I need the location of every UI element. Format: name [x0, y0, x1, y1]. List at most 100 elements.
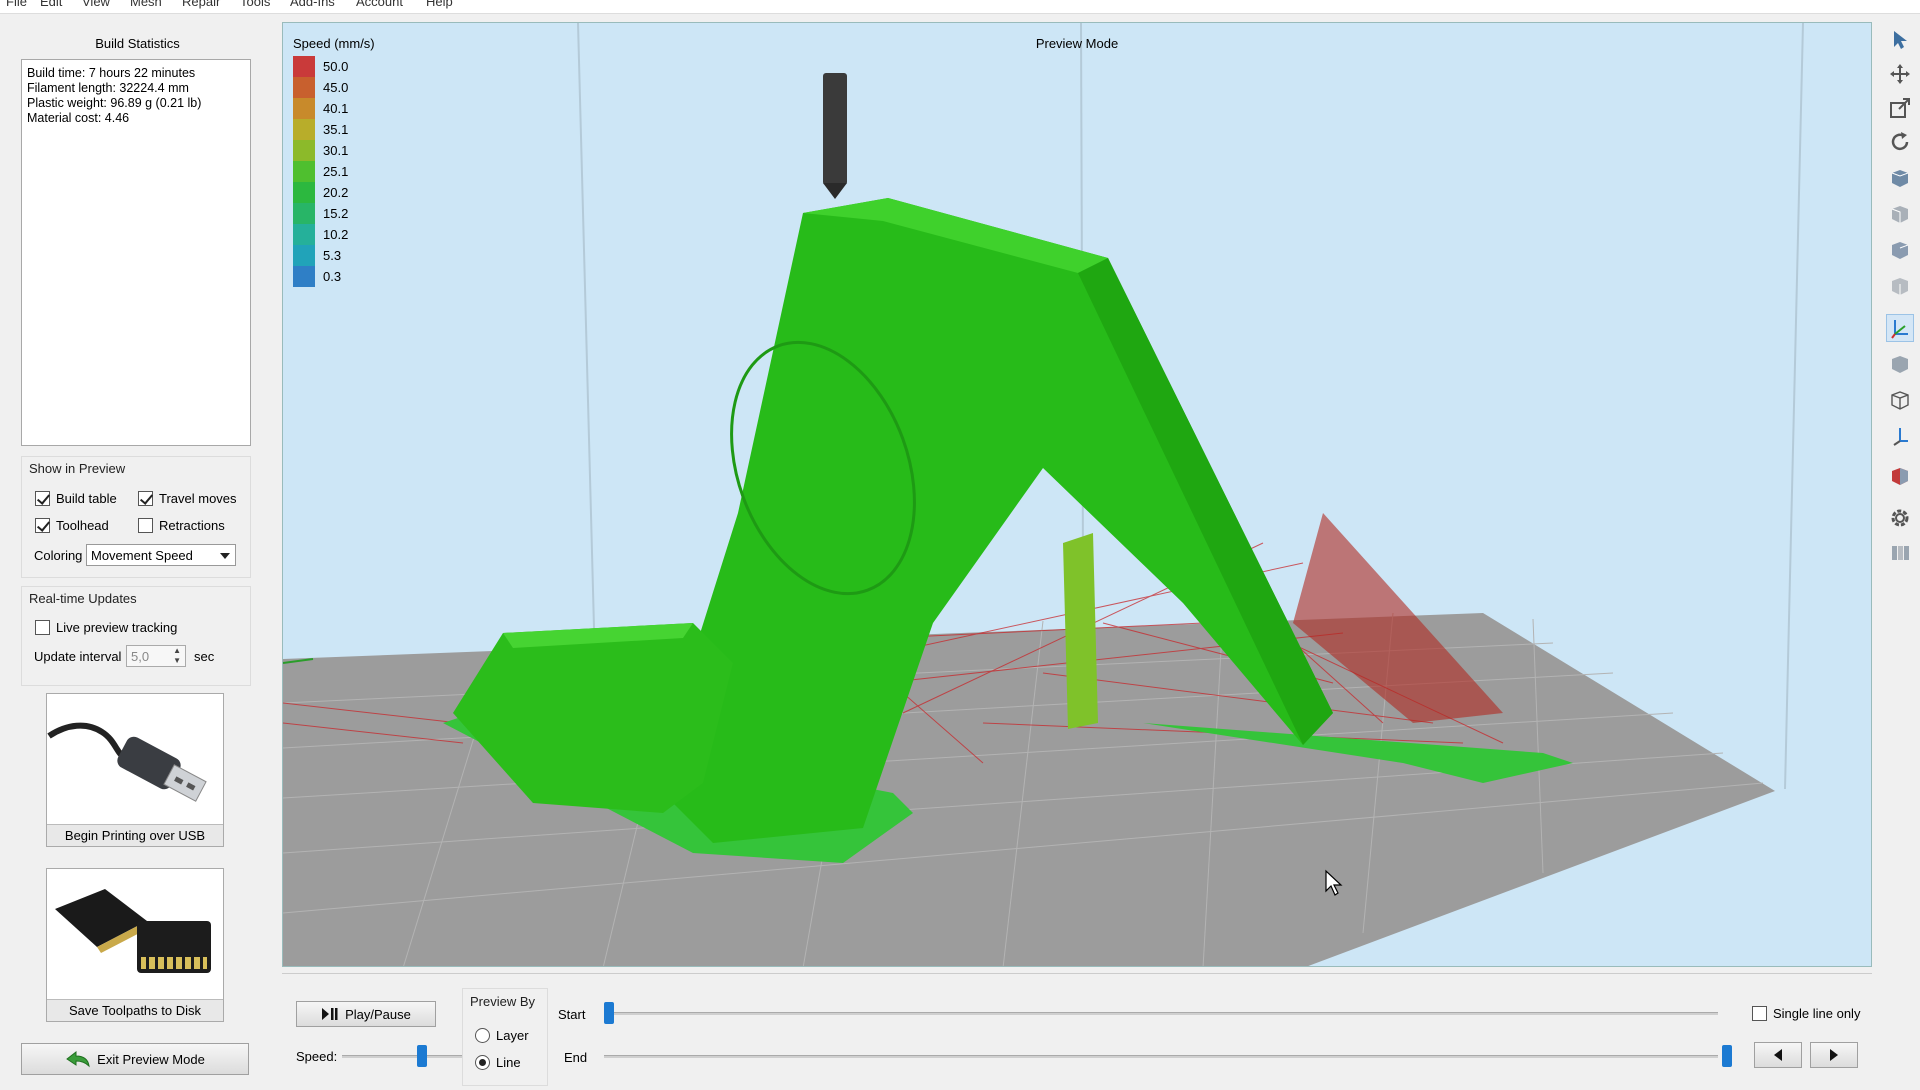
play-pause-icon: [322, 1008, 338, 1020]
menu-help[interactable]: Help: [426, 0, 453, 9]
stat-material-cost: Material cost: 4.46: [27, 111, 130, 125]
menu-repair[interactable]: Repair: [182, 0, 220, 9]
cube-icon: [1891, 170, 1909, 187]
line-radio-circle: [475, 1055, 490, 1070]
playback-panel: Play/Pause Speed: Preview By Layer Line …: [282, 973, 1872, 1090]
end-slider-thumb[interactable]: [1722, 1045, 1732, 1067]
single-line-check-icon: [1752, 1006, 1767, 1021]
layers-button[interactable]: [1886, 538, 1914, 566]
speed-legend-swatch: [293, 224, 315, 245]
move-tool-button[interactable]: [1886, 60, 1914, 88]
speed-legend-value: 50.0: [323, 59, 349, 74]
speed-legend-swatch: [293, 119, 315, 140]
stat-plastic-weight: Plastic weight: 96.89 g (0.21 lb): [27, 96, 202, 110]
scale-tool-button[interactable]: [1886, 94, 1914, 122]
menu-account[interactable]: Account: [356, 0, 403, 9]
speed-legend-item: 45.0: [293, 77, 348, 98]
single-line-only-checkbox[interactable]: Single line only: [1752, 1006, 1860, 1021]
coloring-select[interactable]: Movement Speed: [86, 544, 236, 566]
start-slider-track[interactable]: [604, 1012, 1718, 1015]
travel-moves-check-icon: [138, 491, 153, 506]
start-slider-thumb[interactable]: [604, 1002, 614, 1024]
retractions-label: Retractions: [159, 518, 225, 533]
exit-preview-mode-label: Exit Preview Mode: [97, 1051, 205, 1067]
step-forward-button[interactable]: [1810, 1042, 1858, 1068]
gear-icon: [1891, 509, 1909, 527]
speed-legend-swatch: [293, 266, 315, 287]
travel-moves-checkbox[interactable]: Travel moves: [138, 491, 237, 506]
play-pause-button[interactable]: Play/Pause: [296, 1001, 436, 1027]
view-front-button[interactable]: [1886, 200, 1914, 228]
solid-view-button[interactable]: [1886, 350, 1914, 378]
section-view-button[interactable]: [1886, 462, 1914, 490]
build-table-checkbox[interactable]: Build table: [35, 491, 117, 506]
layer-radio[interactable]: Layer: [475, 1028, 529, 1043]
speed-legend-value: 20.2: [323, 185, 349, 200]
build-statistics-box: Build time: 7 hours 22 minutes Filament …: [21, 59, 251, 446]
live-preview-tracking-checkbox[interactable]: Live preview tracking: [35, 620, 177, 635]
toolhead-checkbox[interactable]: Toolhead: [35, 518, 109, 533]
begin-usb-print-label: Begin Printing over USB: [47, 824, 223, 846]
view-side-button[interactable]: [1886, 272, 1914, 300]
save-toolpaths-button[interactable]: Save Toolpaths to Disk: [46, 868, 224, 1022]
save-toolpaths-label: Save Toolpaths to Disk: [47, 999, 223, 1021]
wireframe-view-button[interactable]: [1886, 386, 1914, 414]
build-statistics-title: Build Statistics: [95, 36, 180, 51]
exit-preview-mode-button[interactable]: Exit Preview Mode: [21, 1043, 249, 1075]
coordinate-button[interactable]: [1886, 422, 1914, 450]
move-arrows-icon: [1890, 64, 1910, 84]
scale-icon: [1890, 98, 1910, 118]
menu-mesh[interactable]: Mesh: [130, 0, 162, 9]
begin-usb-print-button[interactable]: Begin Printing over USB: [46, 693, 224, 847]
pointer-icon: [1894, 31, 1907, 49]
menu-file[interactable]: File: [6, 0, 27, 9]
toolpath-render: [283, 23, 1804, 966]
view-back-button[interactable]: [1886, 236, 1914, 264]
line-radio[interactable]: Line: [475, 1055, 521, 1070]
live-tracking-check-icon: [35, 620, 50, 635]
speed-legend-value: 10.2: [323, 227, 349, 242]
speed-legend-title: Speed (mm/s): [293, 36, 375, 51]
speed-slider-track[interactable]: [342, 1055, 472, 1058]
menu-addins[interactable]: Add-Ins: [290, 0, 335, 9]
show-in-preview-title: Show in Preview: [29, 461, 126, 476]
live-tracking-label: Live preview tracking: [56, 620, 178, 635]
speed-legend-item: 30.1: [293, 140, 348, 161]
speed-legend-swatch: [293, 203, 315, 224]
line-radio-label: Line: [496, 1055, 521, 1070]
speed-legend-item: 35.1: [293, 119, 348, 140]
speed-legend-value: 5.3: [323, 248, 342, 263]
settings-button[interactable]: [1886, 504, 1914, 532]
speed-legend-value: 40.1: [323, 101, 349, 116]
axis-toggle-button[interactable]: [1886, 314, 1914, 342]
speed-legend-item: 40.1: [293, 98, 348, 119]
retractions-checkbox[interactable]: Retractions: [138, 518, 225, 533]
menu-tools[interactable]: Tools: [240, 0, 270, 9]
coordinate-icon: [1893, 428, 1908, 446]
end-slider-track[interactable]: [604, 1055, 1718, 1058]
wireframe-cube-icon: [1891, 391, 1909, 410]
speed-legend-item: 0.3: [293, 266, 341, 287]
spin-arrows-icon: ▲ ▼: [173, 646, 181, 665]
rotate-tool-button[interactable]: [1886, 128, 1914, 156]
select-tool-button[interactable]: [1886, 26, 1914, 54]
step-back-button[interactable]: [1754, 1042, 1802, 1068]
speed-legend-value: 25.1: [323, 164, 349, 179]
view-iso-button[interactable]: [1886, 164, 1914, 192]
update-interval-spinbox[interactable]: 5,0 ▲ ▼: [126, 645, 186, 667]
rotate-icon: [1891, 132, 1909, 151]
chevron-down-icon: [220, 553, 230, 559]
speed-legend-item: 25.1: [293, 161, 348, 182]
menu-view[interactable]: View: [82, 0, 110, 9]
preview-viewport[interactable]: Preview Mode Speed (mm/s) 50.0 45.0 40.1 35…: [282, 22, 1872, 967]
triangle-right-icon: [1830, 1049, 1838, 1061]
speed-legend-swatch: [293, 182, 315, 203]
cube-side-icon: [1892, 278, 1908, 295]
layers-icon: [1892, 546, 1909, 560]
coloring-value: Movement Speed: [91, 548, 193, 563]
stat-filament-length: Filament length: 32224.4 mm: [27, 81, 189, 95]
speed-legend-item: 50.0: [293, 56, 348, 77]
menu-edit[interactable]: Edit: [40, 0, 62, 9]
speed-slider-thumb[interactable]: [417, 1045, 427, 1067]
axis-icon: [1891, 320, 1908, 339]
